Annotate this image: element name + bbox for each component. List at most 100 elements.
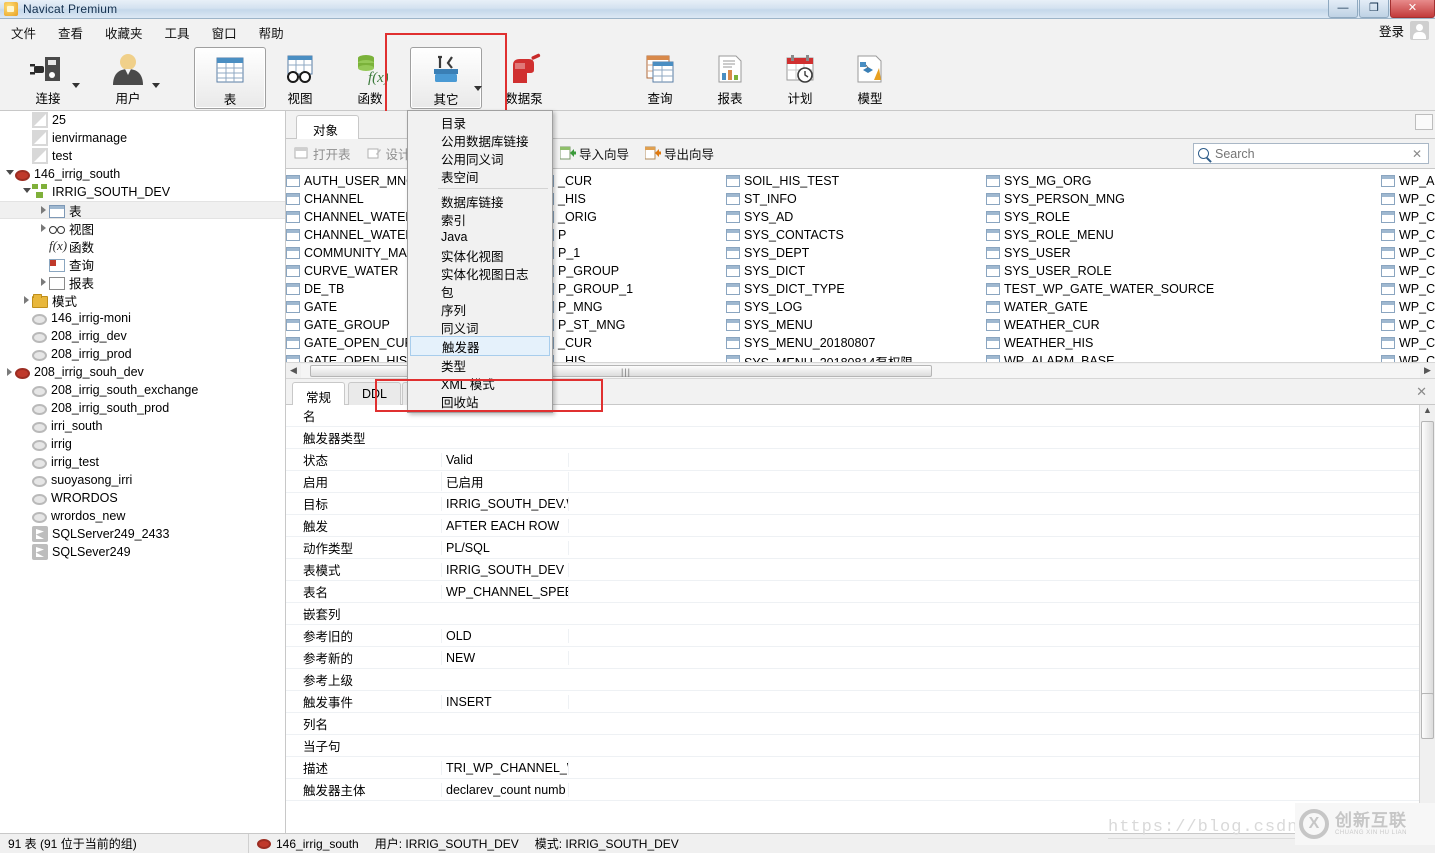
tree-expander-icon[interactable]: [38, 273, 49, 291]
close-button[interactable]: ✕: [1390, 0, 1435, 18]
property-value[interactable]: PL/SQL: [441, 540, 569, 555]
menu-file[interactable]: 文件: [0, 20, 47, 45]
toolbar-user[interactable]: 用户: [92, 47, 164, 109]
toolbar-schedule[interactable]: 计划: [768, 47, 832, 109]
other-caret-icon[interactable]: [474, 86, 482, 91]
table-list-item[interactable]: P_ST_MNG: [540, 316, 745, 334]
tab-ddl[interactable]: DDL: [348, 382, 402, 406]
property-row[interactable]: 当子句: [286, 735, 1435, 757]
minimize-button[interactable]: —: [1328, 0, 1358, 18]
table-list-item[interactable]: SYS_PERSON_MNG: [986, 190, 1246, 208]
menu-item[interactable]: 回收站: [408, 392, 552, 410]
menu-item[interactable]: 表空间: [408, 167, 552, 185]
menu-tools[interactable]: 工具: [154, 20, 201, 45]
tab-general[interactable]: 常规: [292, 382, 346, 406]
table-list-item[interactable]: SYS_LOG: [726, 298, 931, 316]
menu-window[interactable]: 窗口: [201, 20, 248, 45]
tree-item[interactable]: 208_irrig_souh_dev: [0, 363, 285, 381]
property-value[interactable]: AFTER EACH ROW: [441, 518, 569, 533]
property-row[interactable]: 触发器类型: [286, 427, 1435, 449]
table-list-item[interactable]: SYS_USER_ROLE: [986, 262, 1246, 280]
tree-item[interactable]: wrordos_new: [0, 507, 285, 525]
tree-item[interactable]: 208_irrig_south_exchange: [0, 381, 285, 399]
scroll-left-icon[interactable]: ◀: [286, 365, 301, 376]
menu-favorites[interactable]: 收藏夹: [94, 20, 154, 45]
tree-item[interactable]: ienvirmanage: [0, 129, 285, 147]
property-value[interactable]: TRI_WP_CHANNEL_W: [441, 760, 569, 775]
table-list-item[interactable]: _HIS: [540, 190, 745, 208]
property-row[interactable]: 表模式 IRRIG_SOUTH_DEV: [286, 559, 1435, 581]
tree-expander-icon[interactable]: [4, 165, 15, 183]
tree-item[interactable]: 25: [0, 111, 285, 129]
table-list-item[interactable]: SYS_ROLE: [986, 208, 1246, 226]
table-list-item[interactable]: SYS_ROLE_MENU: [986, 226, 1246, 244]
table-list-item[interactable]: WP_CHANNEL_WATER_DAY: [1381, 316, 1435, 334]
menu-view[interactable]: 查看: [47, 20, 94, 45]
tree-item[interactable]: 208_irrig_dev: [0, 327, 285, 345]
property-row[interactable]: 触发 AFTER EACH ROW: [286, 515, 1435, 537]
tree-item[interactable]: 报表: [0, 273, 285, 291]
table-list-item[interactable]: WP_CHANNEL_NEW: [1381, 262, 1435, 280]
tree-item[interactable]: suoyasong_irri: [0, 471, 285, 489]
menu-item[interactable]: 包: [408, 282, 552, 300]
table-list-item[interactable]: _ORIG: [540, 208, 745, 226]
export-wizard-button[interactable]: 导出向导: [637, 142, 722, 165]
table-list-item[interactable]: SYS_CONTACTS: [726, 226, 931, 244]
scroll-right-icon[interactable]: ▶: [1420, 365, 1435, 376]
toolbar-view[interactable]: 视图: [270, 47, 330, 109]
table-list-item[interactable]: P_GROUP_1: [540, 280, 745, 298]
property-row[interactable]: 参考上级: [286, 669, 1435, 691]
toolbar-function[interactable]: f(x) 函数: [338, 47, 402, 109]
import-wizard-button[interactable]: 导入向导: [552, 142, 637, 165]
property-row[interactable]: 动作类型 PL/SQL: [286, 537, 1435, 559]
table-list-item[interactable]: WEATHER_HIS: [986, 334, 1246, 352]
tree-expander-icon[interactable]: [21, 291, 32, 309]
connection-caret-icon[interactable]: [72, 83, 80, 88]
search-box[interactable]: ✕: [1193, 143, 1429, 164]
table-list-item[interactable]: SYS_MENU: [726, 316, 931, 334]
table-list-item[interactable]: SYS_USER: [986, 244, 1246, 262]
menu-item[interactable]: 序列: [408, 300, 552, 318]
property-value[interactable]: OLD: [441, 628, 569, 643]
tree-item[interactable]: irrig: [0, 435, 285, 453]
property-row[interactable]: 列名: [286, 713, 1435, 735]
menu-item[interactable]: 类型: [408, 356, 552, 374]
table-list-item[interactable]: WP_CHANNEL_SPEED: [1381, 298, 1435, 316]
pane-corner-button[interactable]: [1415, 114, 1433, 130]
connection-tree[interactable]: 25 ienvirmanage test 146_irrig_south IRRIG_S…: [0, 111, 286, 833]
tree-expander-icon[interactable]: [38, 201, 49, 219]
property-row[interactable]: 描述 TRI_WP_CHANNEL_W: [286, 757, 1435, 779]
property-scroll-thumb-secondary[interactable]: [1421, 693, 1434, 739]
table-list-item[interactable]: WP_ALARM_DEVICE: [1381, 172, 1435, 190]
tree-item[interactable]: 208_irrig_prod: [0, 345, 285, 363]
tree-item[interactable]: 查询: [0, 255, 285, 273]
table-list-item[interactable]: SOIL_HIS_TEST: [726, 172, 931, 190]
menu-item[interactable]: 公用同义词: [408, 149, 552, 167]
property-value[interactable]: INSERT: [441, 694, 569, 709]
scroll-up-icon[interactable]: ▲: [1420, 405, 1435, 420]
property-value[interactable]: WP_CHANNEL_SPEED: [441, 584, 569, 599]
tree-item[interactable]: 视图: [0, 219, 285, 237]
table-list-item[interactable]: SYS_DICT: [726, 262, 931, 280]
close-panel-icon[interactable]: ✕: [1416, 384, 1427, 400]
tree-item[interactable]: 146_irrig_south: [0, 165, 285, 183]
tree-item[interactable]: IRRIG_SOUTH_DEV: [0, 183, 285, 201]
table-list-item[interactable]: SYS_DICT_TYPE: [726, 280, 931, 298]
menu-item[interactable]: 索引: [408, 210, 552, 228]
toolbar-model[interactable]: 模型: [838, 47, 902, 109]
table-list-item[interactable]: WATER_GATE: [986, 298, 1246, 316]
tree-expander-icon[interactable]: [21, 183, 32, 201]
property-scroll-thumb[interactable]: [1421, 421, 1434, 721]
tree-expander-icon[interactable]: [4, 363, 15, 381]
property-value[interactable]: IRRIG_SOUTH_DEV: [441, 562, 569, 577]
menu-item[interactable]: 实体化视图日志: [408, 264, 552, 282]
login-link[interactable]: 登录: [1379, 21, 1404, 40]
tree-item[interactable]: SQLSever249: [0, 543, 285, 561]
tree-expander-icon[interactable]: [38, 219, 49, 237]
table-list-item[interactable]: P_1: [540, 244, 745, 262]
property-value[interactable]: 已启用: [441, 472, 569, 491]
toolbar-table[interactable]: 表: [194, 47, 266, 109]
tree-item[interactable]: test: [0, 147, 285, 165]
table-list-item[interactable]: WP_CHANNEL: [1381, 208, 1435, 226]
property-row[interactable]: 目标 IRRIG_SOUTH_DEV.W: [286, 493, 1435, 515]
